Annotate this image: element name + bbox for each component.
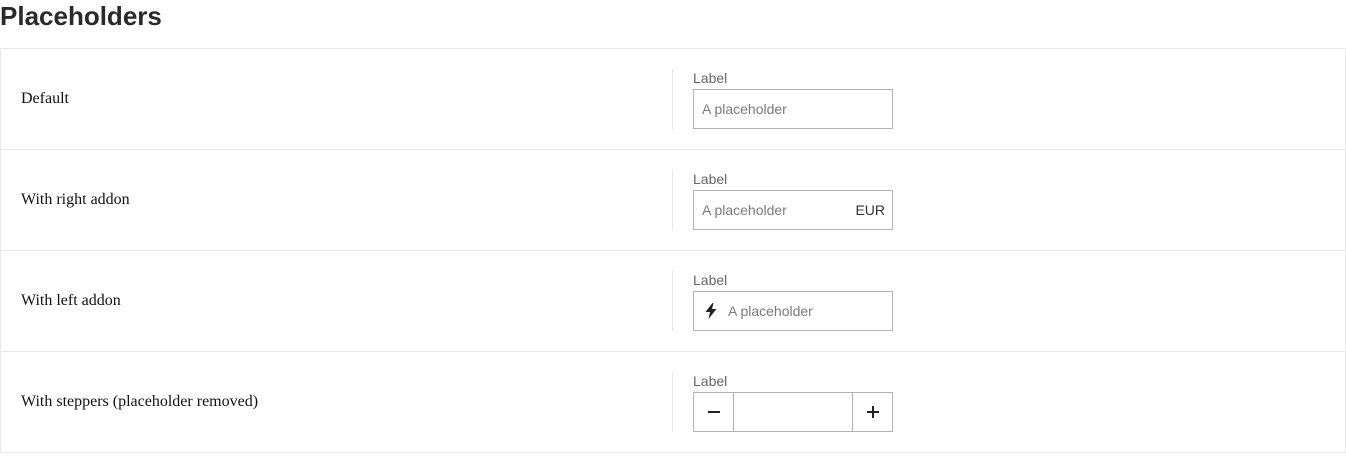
field-label: Label [693, 70, 728, 86]
row-label: With steppers (placeholder removed) [21, 393, 259, 410]
currency-addon: EUR [855, 202, 885, 218]
number-stepper-field: Label [693, 372, 893, 432]
lightning-bolt-icon [694, 303, 720, 319]
example-row-steppers: With steppers (placeholder removed) Labe… [0, 351, 1346, 453]
plus-icon [866, 406, 879, 418]
row-label: Default [21, 90, 69, 107]
text-input[interactable] [720, 292, 892, 330]
minus-icon [707, 411, 720, 413]
row-label: With right addon [21, 191, 130, 208]
increment-button[interactable] [852, 393, 892, 431]
quantity-stepper [693, 392, 893, 432]
field-label: Label [693, 373, 728, 389]
row-label: With left addon [21, 292, 121, 309]
text-field: Label [693, 69, 893, 129]
row-divider [672, 372, 673, 432]
row-divider [672, 271, 673, 331]
row-divider [672, 69, 673, 129]
input-wrapper [693, 291, 893, 331]
decrement-button[interactable] [694, 393, 734, 431]
input-wrapper: EUR [693, 190, 893, 230]
examples-list: Default Label With right addon Label EUR… [0, 48, 1346, 453]
text-field-left-addon: Label [693, 271, 893, 331]
text-input[interactable] [694, 90, 892, 128]
page-title: Placeholders [0, 1, 162, 31]
example-row-default: Default Label [0, 48, 1346, 150]
field-label: Label [693, 272, 728, 288]
text-field-right-addon: Label EUR [693, 170, 893, 230]
row-divider [672, 170, 673, 230]
field-label: Label [693, 171, 728, 187]
stepper-input[interactable] [734, 393, 852, 431]
text-input[interactable] [694, 191, 856, 229]
example-row-right-addon: With right addon Label EUR [0, 149, 1346, 251]
example-row-left-addon: With left addon Label [0, 250, 1346, 352]
input-wrapper [693, 89, 893, 129]
